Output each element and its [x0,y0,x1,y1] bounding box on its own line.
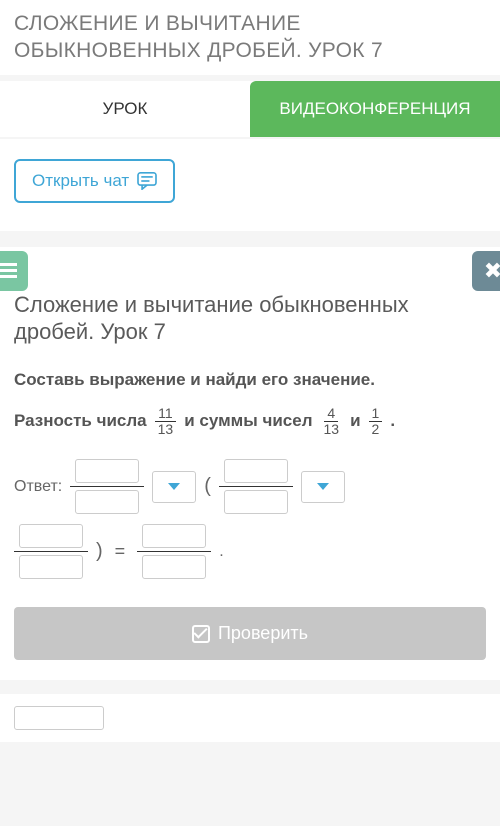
equals-sign: = [115,541,126,562]
fraction-2: 4 13 [321,406,343,438]
task-instruction: Составь выражение и найди его значение. [14,370,486,390]
period: . [219,543,223,561]
denominator-input-3[interactable] [19,555,83,579]
fraction-3: 1 2 [369,406,383,438]
problem-text-1: Разность числа [14,411,147,431]
problem-text-3: и [350,411,360,431]
stub-input[interactable] [14,706,104,730]
fraction-input-1 [70,459,144,514]
denominator-input-2[interactable] [224,490,288,514]
fraction-1: 11 13 [155,406,177,438]
tabs: УРОК ВИДЕОКОНФЕРЕНЦИЯ [0,81,500,137]
open-chat-button[interactable]: Открыть чат [14,159,175,203]
tab-videoconference[interactable]: ВИДЕОКОНФЕРЕНЦИЯ [250,81,500,137]
bottom-section [0,694,500,742]
lesson-title: Сложение и вычитание обыкновенных дробей… [14,247,486,346]
fraction-input-2 [219,459,293,514]
numerator-input-2[interactable] [224,459,288,483]
page-title: СЛОЖЕНИЕ И ВЫЧИТАНИЕ ОБЫКНОВЕННЫХ ДРОБЕЙ… [0,0,500,75]
paren-open: ( [204,475,211,498]
answer-area: Ответ: ( [14,459,486,579]
open-chat-label: Открыть чат [32,171,129,191]
chat-bar: Открыть чат [0,139,500,231]
paren-close: ) [96,540,103,563]
problem-statement: Разность числа 11 13 и суммы чисел 4 13 … [14,406,486,438]
numerator-input-result[interactable] [142,524,206,548]
chevron-down-icon [317,483,329,490]
lesson-content: ✖ Сложение и вычитание обыкновенных дроб… [0,247,500,681]
close-icon: ✖ [484,258,500,284]
operator-select-2[interactable] [301,471,345,503]
chevron-down-icon [168,483,180,490]
chat-icon [137,172,157,190]
fraction-input-result [137,524,211,579]
menu-button[interactable] [0,251,28,291]
check-label: Проверить [218,623,308,644]
problem-text-2: и суммы чисел [184,411,312,431]
tab-lesson[interactable]: УРОК [0,81,250,137]
numerator-input-1[interactable] [75,459,139,483]
check-icon [192,625,210,643]
problem-text-4: . [390,411,395,431]
denominator-input-result[interactable] [142,555,206,579]
numerator-input-3[interactable] [19,524,83,548]
operator-select-1[interactable] [152,471,196,503]
denominator-input-1[interactable] [75,490,139,514]
answer-label: Ответ: [14,478,62,496]
close-button[interactable]: ✖ [472,251,500,291]
check-button[interactable]: Проверить [14,607,486,660]
menu-icon [0,260,17,281]
fraction-input-3 [14,524,88,579]
